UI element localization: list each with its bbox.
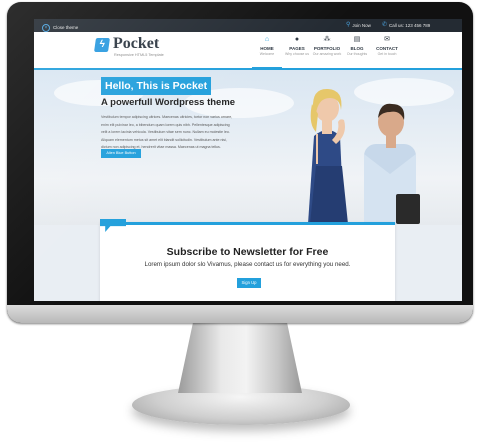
monitor-bezel: × Close theme ⚲ Join Now ✆ Call us: 123 … [7,2,473,323]
nav-sub: Get in touch [377,52,397,56]
phone-icon: ✆ [382,22,388,28]
newsletter-title: Subscribe to Newsletter for Free [166,246,329,258]
nav-sub: Welcome [259,52,275,56]
call-us-text: ✆ Call us: 123 456 789 [382,19,430,32]
nav-label: PORTFOLIO [313,46,341,51]
call-us-label: Call us: 123 456 789 [389,23,431,28]
newsletter-box: Subscribe to Newsletter for Free Lorem i… [100,222,395,301]
nav-label: CONTACT [376,46,398,51]
pocket-logo-icon[interactable]: ϟ [94,38,110,52]
user-icon: ⚲ [346,22,351,28]
nav-item-pages[interactable]: ● PAGES Why choose us [282,32,312,68]
site-header: ϟ Pocket Responsive HTML5 Template ⌂ HOM… [34,32,462,70]
main-nav: ⌂ HOME Welcome ● PAGES Why choose us ⁂ P… [252,32,402,70]
join-now-label: Join Now [352,23,371,28]
envelope-icon: ✉ [384,36,390,43]
monitor-chin [7,305,473,323]
join-now-link[interactable]: ⚲ Join Now [346,19,371,32]
nav-item-contact[interactable]: ✉ CONTACT Get in touch [372,32,402,68]
hero-cta-button[interactable]: Alien Blue Button [101,149,141,158]
site-logo-name[interactable]: Pocket [113,35,159,53]
book-icon: ▤ [353,36,361,43]
newsletter-text: Lorem ipsum dolor slo Vivamus, please co… [144,261,351,268]
nav-label: BLOG [350,46,364,51]
monitor-screen: × Close theme ⚲ Join Now ✆ Call us: 123 … [34,19,462,301]
monitor-stand-neck [178,323,302,393]
nav-sub: Our amazing work [312,52,342,56]
hero-title: Hello, This is Pocket [101,77,212,95]
user-icon: ● [294,36,300,43]
nav-sub: Why choose us [285,52,309,56]
nav-sub: Our thoughts [346,52,368,56]
signup-button[interactable]: Sign Up [237,278,261,288]
nav-label: PAGES [289,46,305,51]
nav-item-blog[interactable]: ▤ BLOG Our thoughts [342,32,372,68]
nav-item-home[interactable]: ⌂ HOME Welcome [252,32,282,70]
hero-paragraph: Vestibulum tempor adipiscing ultrices. M… [101,115,233,149]
nav-item-portfolio[interactable]: ⁂ PORTFOLIO Our amazing work [312,32,342,68]
hero-people-image [278,74,428,224]
people-icon: ⁂ [323,36,331,43]
site-tagline: Responsive HTML5 Template [114,53,164,57]
top-bar: × Close theme ⚲ Join Now ✆ Call us: 123 … [34,19,462,32]
hero-subtitle: A powerfull Wordpress theme [101,97,236,108]
close-icon: × [42,23,50,32]
home-icon: ⌂ [264,36,270,43]
nav-label: HOME [260,46,274,51]
